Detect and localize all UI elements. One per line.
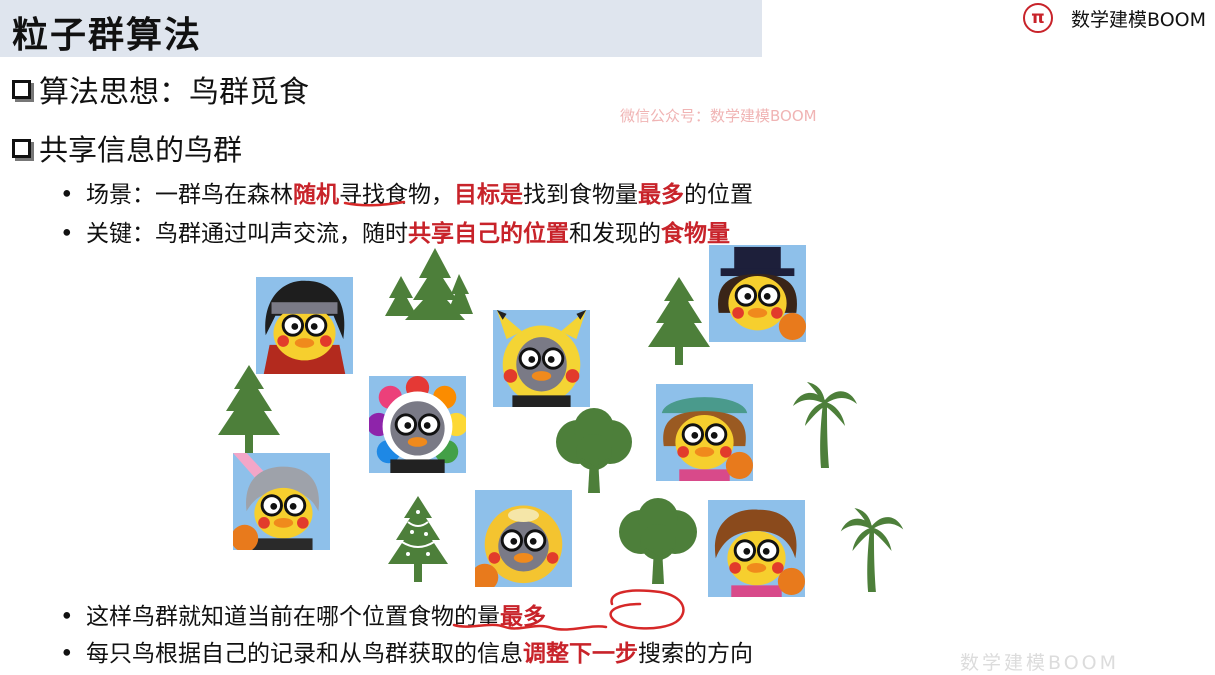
oak-tree-icon (552, 408, 636, 493)
palm-tree-icon (840, 508, 904, 592)
pine-tree-icon (218, 365, 280, 453)
watermark: 微信公众号：数学建模BOOM (620, 107, 817, 125)
bullet-dot-icon: • (60, 221, 74, 247)
scene-random: 随机 (293, 181, 339, 208)
adjust-text-2: 搜索的方向 (638, 641, 753, 667)
bullet-dot-icon: • (60, 604, 74, 630)
bullet-know: • 这样鸟群就知道当前在哪个位置食物的量最多 (60, 597, 546, 631)
bullet-dot-icon: • (60, 182, 74, 208)
bird-avatar-pikachu (493, 310, 590, 407)
bottom-watermark: 数学建模BOOM (960, 652, 1120, 674)
adjust-next-step: 调整下一步 (523, 640, 638, 667)
pi-icon: π (1023, 3, 1053, 33)
brand-name: 数学建模BOOM (1071, 8, 1207, 31)
key-food-amount: 食物量 (661, 220, 730, 247)
pine-trees-icon (385, 248, 473, 323)
brand: π 数学建模BOOM (1023, 0, 1206, 36)
scene-text-1: 场景：一群鸟在森林 (86, 182, 293, 208)
bullet-key: • 关键：鸟群通过叫声交流，随时共享自己的位置和发现的食物量 (60, 214, 730, 248)
key-text-2: 和发现的 (569, 221, 661, 247)
bird-avatar-brown-hair (708, 500, 805, 597)
title-bar: 粒子群算法 (0, 0, 762, 57)
scene-most: 最多 (638, 181, 684, 208)
checkbox-square-icon (12, 79, 31, 99)
bullet-dot-icon: • (60, 641, 74, 667)
section-heading-idea-text: 算法思想：鸟群觅食 (39, 75, 309, 110)
scene-text-3: 找到食物量 (523, 182, 638, 208)
section-heading-shared: 共享信息的鸟群 (12, 127, 242, 169)
scene-goal: 目标是 (454, 181, 523, 208)
checkbox-square-icon (12, 138, 31, 158)
bird-avatar-beret (656, 384, 753, 481)
key-text-1: 关键：鸟群通过叫声交流，随时 (86, 221, 408, 247)
know-text: 这样鸟群就知道当前在哪个位置食物的量 (86, 604, 500, 630)
bird-avatar-psyduck (475, 490, 572, 587)
page-title: 粒子群算法 (12, 14, 203, 56)
bullet-scene: • 场景：一群鸟在森林随机寻找食物，目标是找到食物量最多的位置 (60, 175, 753, 209)
pine-tree-icon (648, 277, 710, 365)
section-heading-idea: 算法思想：鸟群觅食 (12, 67, 309, 111)
bird-avatar-flower (369, 376, 466, 473)
key-share-position: 共享自己的位置 (408, 220, 569, 247)
know-most: 最多 (500, 603, 546, 630)
section-heading-shared-text: 共享信息的鸟群 (39, 133, 243, 167)
scene-text-4: 的位置 (684, 182, 753, 208)
palm-tree-icon (793, 382, 857, 468)
bird-avatar-tophat (709, 245, 806, 342)
bird-avatar-ninja (256, 277, 353, 374)
scene-text-2: 寻找食物， (339, 182, 454, 208)
bird-avatar-silver-hair (233, 453, 330, 550)
christmas-tree-icon (388, 496, 448, 582)
adjust-text-1: 每只鸟根据自己的记录和从鸟群获取的信息 (86, 641, 523, 667)
bullet-adjust: • 每只鸟根据自己的记录和从鸟群获取的信息调整下一步搜索的方向 (60, 634, 753, 668)
oak-tree-icon (615, 498, 701, 584)
